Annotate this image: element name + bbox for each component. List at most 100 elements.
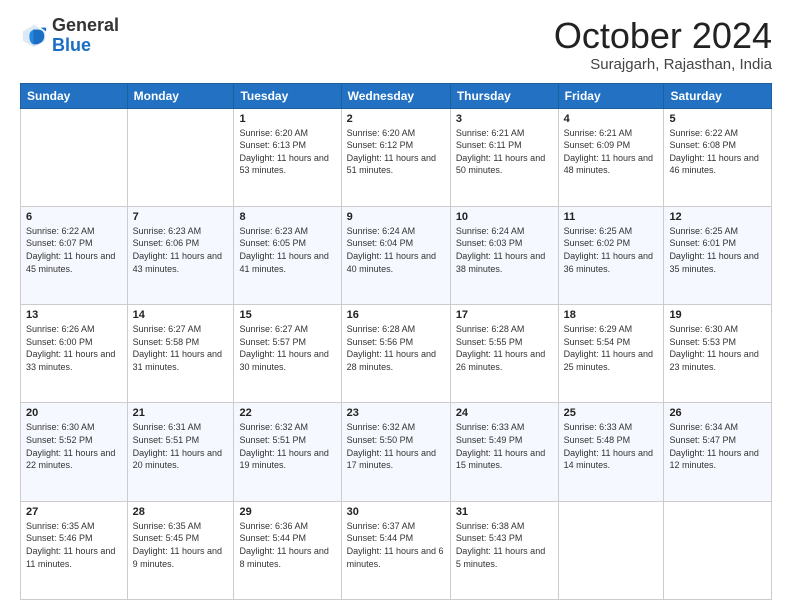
cell-date: 7 (133, 211, 229, 223)
cell-date: 8 (239, 211, 335, 223)
table-row: 30Sunrise: 6:37 AM Sunset: 5:44 PM Dayli… (341, 501, 450, 599)
cell-date: 17 (456, 309, 553, 321)
logo-icon (20, 22, 48, 50)
table-row (21, 108, 128, 206)
calendar-week-row: 27Sunrise: 6:35 AM Sunset: 5:46 PM Dayli… (21, 501, 772, 599)
cell-date: 23 (347, 407, 445, 419)
cell-date: 12 (669, 211, 766, 223)
logo-text: General Blue (52, 16, 119, 56)
cell-info: Sunrise: 6:33 AM Sunset: 5:48 PM Dayligh… (564, 421, 659, 471)
table-row: 4 Sunrise: 6:21 AM Sunset: 6:09 PM Daylig… (558, 108, 664, 206)
cell-info: Sunrise: 6:23 AM Sunset: 6:06 PM Dayligh… (133, 225, 229, 275)
table-row: 7 Sunrise: 6:23 AM Sunset: 6:06 PM Daylig… (127, 206, 234, 304)
calendar-week-row: 13Sunrise: 6:26 AM Sunset: 6:00 PM Dayli… (21, 305, 772, 403)
calendar-table: Sunday Monday Tuesday Wednesday Thursday… (20, 83, 772, 600)
table-row: 24 Sunrise: 6:33 AM Sunset: 5:49 PM Dayli… (450, 403, 558, 501)
cell-date: 16 (347, 309, 445, 321)
table-row: 13Sunrise: 6:26 AM Sunset: 6:00 PM Dayli… (21, 305, 128, 403)
table-row: 29Sunrise: 6:36 AM Sunset: 5:44 PM Dayli… (234, 501, 341, 599)
header-wednesday: Wednesday (341, 83, 450, 108)
cell-info: Sunrise: 6:32 AM Sunset: 5:50 PM Dayligh… (347, 421, 445, 471)
calendar-week-row: 20 Sunrise: 6:30 AM Sunset: 5:52 PM Dayli… (21, 403, 772, 501)
table-row: 21 Sunrise: 6:31 AM Sunset: 5:51 PM Dayli… (127, 403, 234, 501)
table-row: 15Sunrise: 6:27 AM Sunset: 5:57 PM Dayli… (234, 305, 341, 403)
table-row: 1Sunrise: 6:20 AM Sunset: 6:13 PM Daylig… (234, 108, 341, 206)
cell-date: 28 (133, 506, 229, 518)
table-row: 28 Sunrise: 6:35 AM Sunset: 5:45 PM Dayli… (127, 501, 234, 599)
cell-info: Sunrise: 6:35 AM Sunset: 5:45 PM Dayligh… (133, 520, 229, 570)
table-row: 9Sunrise: 6:24 AM Sunset: 6:04 PM Daylig… (341, 206, 450, 304)
cell-date: 13 (26, 309, 122, 321)
cell-date: 10 (456, 211, 553, 223)
cell-info: Sunrise: 6:22 AM Sunset: 6:08 PM Dayligh… (669, 127, 766, 177)
logo-general-text: General (52, 15, 119, 35)
cell-info: Sunrise: 6:23 AM Sunset: 6:05 PM Dayligh… (239, 225, 335, 275)
title-block: October 2024 Surajgarh, Rajasthan, India (554, 16, 772, 73)
table-row: 8 Sunrise: 6:23 AM Sunset: 6:05 PM Daylig… (234, 206, 341, 304)
header-sunday: Sunday (21, 83, 128, 108)
page: General Blue October 2024 Surajgarh, Raj… (0, 0, 792, 612)
cell-info: Sunrise: 6:32 AM Sunset: 5:51 PM Dayligh… (239, 421, 335, 471)
month-title: October 2024 (554, 16, 772, 56)
cell-date: 4 (564, 113, 659, 125)
table-row: 17 Sunrise: 6:28 AM Sunset: 5:55 PM Dayli… (450, 305, 558, 403)
cell-info: Sunrise: 6:34 AM Sunset: 5:47 PM Dayligh… (669, 421, 766, 471)
cell-info: Sunrise: 6:22 AM Sunset: 6:07 PM Dayligh… (26, 225, 122, 275)
header-tuesday: Tuesday (234, 83, 341, 108)
table-row: 22 Sunrise: 6:32 AM Sunset: 5:51 PM Dayli… (234, 403, 341, 501)
cell-info: Sunrise: 6:28 AM Sunset: 5:56 PM Dayligh… (347, 323, 445, 373)
cell-date: 31 (456, 506, 553, 518)
table-row: 6 Sunrise: 6:22 AM Sunset: 6:07 PM Daylig… (21, 206, 128, 304)
cell-date: 21 (133, 407, 229, 419)
cell-date: 22 (239, 407, 335, 419)
location-subtitle: Surajgarh, Rajasthan, India (554, 56, 772, 73)
cell-info: Sunrise: 6:29 AM Sunset: 5:54 PM Dayligh… (564, 323, 659, 373)
cell-info: Sunrise: 6:21 AM Sunset: 6:11 PM Dayligh… (456, 127, 553, 177)
cell-date: 29 (239, 506, 335, 518)
cell-date: 20 (26, 407, 122, 419)
table-row: 18Sunrise: 6:29 AM Sunset: 5:54 PM Dayli… (558, 305, 664, 403)
cell-date: 1 (239, 113, 335, 125)
cell-info: Sunrise: 6:31 AM Sunset: 5:51 PM Dayligh… (133, 421, 229, 471)
cell-date: 25 (564, 407, 659, 419)
calendar-week-row: 6 Sunrise: 6:22 AM Sunset: 6:07 PM Daylig… (21, 206, 772, 304)
cell-info: Sunrise: 6:33 AM Sunset: 5:49 PM Dayligh… (456, 421, 553, 471)
cell-info: Sunrise: 6:27 AM Sunset: 5:57 PM Dayligh… (239, 323, 335, 373)
cell-info: Sunrise: 6:21 AM Sunset: 6:09 PM Dayligh… (564, 127, 659, 177)
cell-info: Sunrise: 6:35 AM Sunset: 5:46 PM Dayligh… (26, 520, 122, 570)
cell-date: 11 (564, 211, 659, 223)
cell-info: Sunrise: 6:30 AM Sunset: 5:52 PM Dayligh… (26, 421, 122, 471)
table-row (127, 108, 234, 206)
table-row: 14Sunrise: 6:27 AM Sunset: 5:58 PM Dayli… (127, 305, 234, 403)
cell-info: Sunrise: 6:30 AM Sunset: 5:53 PM Dayligh… (669, 323, 766, 373)
header-saturday: Saturday (664, 83, 772, 108)
cell-info: Sunrise: 6:28 AM Sunset: 5:55 PM Dayligh… (456, 323, 553, 373)
cell-date: 19 (669, 309, 766, 321)
cell-date: 30 (347, 506, 445, 518)
table-row: 10 Sunrise: 6:24 AM Sunset: 6:03 PM Dayli… (450, 206, 558, 304)
table-row: 23 Sunrise: 6:32 AM Sunset: 5:50 PM Dayli… (341, 403, 450, 501)
cell-info: Sunrise: 6:27 AM Sunset: 5:58 PM Dayligh… (133, 323, 229, 373)
cell-date: 5 (669, 113, 766, 125)
table-row: 31Sunrise: 6:38 AM Sunset: 5:43 PM Dayli… (450, 501, 558, 599)
cell-date: 9 (347, 211, 445, 223)
logo: General Blue (20, 16, 119, 56)
table-row (664, 501, 772, 599)
table-row: 3Sunrise: 6:21 AM Sunset: 6:11 PM Daylig… (450, 108, 558, 206)
header: General Blue October 2024 Surajgarh, Raj… (20, 16, 772, 73)
cell-info: Sunrise: 6:25 AM Sunset: 6:01 PM Dayligh… (669, 225, 766, 275)
header-thursday: Thursday (450, 83, 558, 108)
table-row: 25 Sunrise: 6:33 AM Sunset: 5:48 PM Dayli… (558, 403, 664, 501)
cell-info: Sunrise: 6:24 AM Sunset: 6:03 PM Dayligh… (456, 225, 553, 275)
header-monday: Monday (127, 83, 234, 108)
table-row: 2Sunrise: 6:20 AM Sunset: 6:12 PM Daylig… (341, 108, 450, 206)
calendar-body: 1Sunrise: 6:20 AM Sunset: 6:13 PM Daylig… (21, 108, 772, 599)
cell-date: 26 (669, 407, 766, 419)
cell-date: 6 (26, 211, 122, 223)
table-row: 11Sunrise: 6:25 AM Sunset: 6:02 PM Dayli… (558, 206, 664, 304)
table-row: 27Sunrise: 6:35 AM Sunset: 5:46 PM Dayli… (21, 501, 128, 599)
cell-date: 24 (456, 407, 553, 419)
table-row (558, 501, 664, 599)
table-row: 26 Sunrise: 6:34 AM Sunset: 5:47 PM Dayli… (664, 403, 772, 501)
cell-info: Sunrise: 6:20 AM Sunset: 6:12 PM Dayligh… (347, 127, 445, 177)
